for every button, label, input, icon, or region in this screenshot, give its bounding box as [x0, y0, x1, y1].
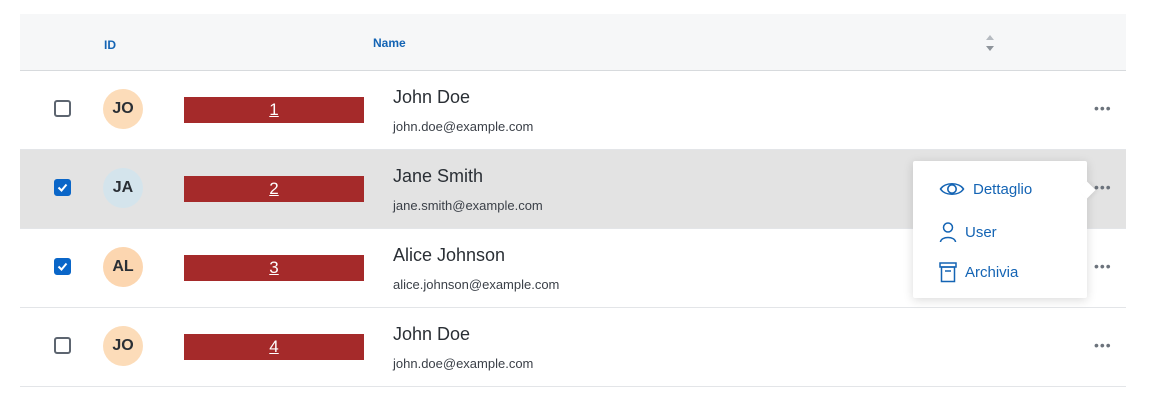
menu-item-user[interactable]: User	[939, 221, 997, 243]
user-name: John Doe	[393, 87, 471, 107]
menu-item-dettaglio[interactable]: Dettaglio	[939, 179, 1032, 199]
table-header: ID Name	[20, 14, 1126, 71]
user-email: jane.smith@example.com	[393, 198, 543, 213]
eye-icon	[939, 182, 965, 196]
avatar: JO	[103, 89, 143, 129]
user-email: john.doe@example.com	[393, 356, 534, 371]
archive-icon	[939, 262, 957, 283]
sort-icon[interactable]	[984, 32, 996, 54]
checkmark-icon	[57, 183, 68, 192]
more-options-icon[interactable]: •••	[1094, 101, 1112, 115]
column-header-id[interactable]: ID	[104, 38, 116, 52]
avatar: JO	[103, 326, 143, 366]
menu-item-label: Dettaglio	[973, 180, 1033, 198]
row-checkbox[interactable]	[54, 337, 71, 354]
menu-item-label: Archivia	[965, 263, 1019, 281]
more-options-icon[interactable]: •••	[1094, 259, 1112, 273]
id-link[interactable]: 3	[269, 258, 278, 278]
id-cell: 3	[184, 255, 364, 281]
row-checkbox[interactable]	[54, 258, 71, 275]
user-name: Alice Johnson	[393, 245, 506, 265]
more-options-icon[interactable]: •••	[1094, 338, 1112, 352]
avatar: AL	[103, 247, 143, 287]
table-row[interactable]: JO 4 John Doe john.doe@example.com •••	[20, 308, 1126, 387]
row-context-menu: Dettaglio User Archivia	[913, 161, 1096, 298]
user-email: john.doe@example.com	[393, 119, 534, 134]
row-checkbox[interactable]	[54, 179, 71, 196]
menu-item-label: User	[965, 223, 997, 241]
id-link[interactable]: 2	[269, 179, 278, 199]
checkmark-icon	[57, 262, 68, 271]
id-cell: 4	[184, 334, 364, 360]
more-options-icon[interactable]: •••	[1094, 180, 1112, 194]
id-link[interactable]: 4	[269, 337, 278, 357]
id-link[interactable]: 1	[269, 100, 278, 120]
id-cell: 2	[184, 176, 364, 202]
user-icon	[939, 222, 957, 243]
row-checkbox[interactable]	[54, 100, 71, 117]
user-email: alice.johnson@example.com	[393, 277, 560, 292]
table-row[interactable]: JO 1 John Doe john.doe@example.com •••	[20, 71, 1126, 150]
column-header-name[interactable]: Name	[373, 36, 406, 50]
menu-item-archivia[interactable]: Archivia	[939, 261, 1018, 283]
avatar: JA	[103, 168, 143, 208]
id-cell: 1	[184, 97, 364, 123]
user-name: John Doe	[393, 324, 471, 344]
user-name: Jane Smith	[393, 166, 484, 186]
